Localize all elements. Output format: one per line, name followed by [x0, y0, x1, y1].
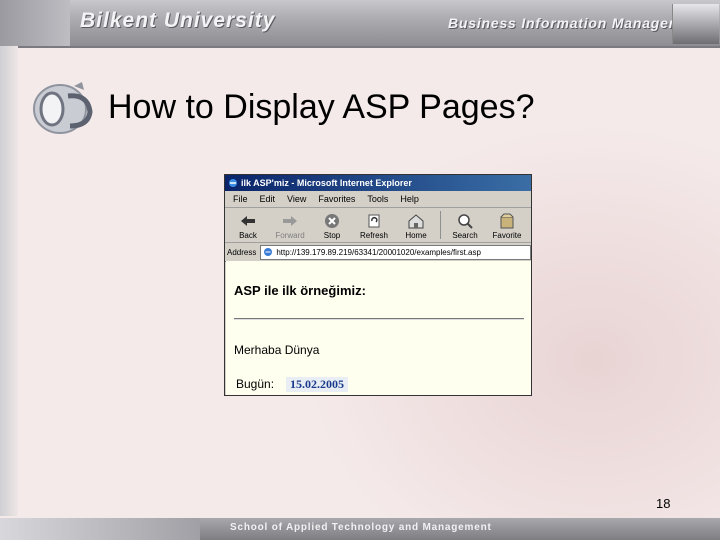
browser-window-title: ilk ASP'miz - Microsoft Internet Explore… [241, 178, 412, 188]
forward-label: Forward [275, 231, 305, 240]
home-icon [408, 214, 424, 229]
horizontal-rule [234, 318, 524, 320]
back-button[interactable]: Back [227, 213, 269, 242]
university-name: Bilkent University [80, 9, 276, 32]
browser-titlebar: ilk ASP'miz - Microsoft Internet Explore… [225, 175, 531, 191]
home-label: Home [405, 231, 427, 240]
home-button[interactable]: Home [395, 213, 437, 242]
department-name: Business Information Management [448, 15, 706, 31]
menu-help[interactable]: Help [400, 194, 419, 204]
stop-button[interactable]: Stop [311, 213, 353, 242]
page-icon [264, 248, 273, 256]
page-number: 18 [656, 496, 671, 511]
back-arrow-icon [241, 216, 255, 226]
page-heading: ASP ile ilk örneğimiz: [234, 283, 366, 298]
school-name: School of Applied Technology and Managem… [230, 522, 492, 533]
menu-file[interactable]: File [233, 194, 248, 204]
banner-photo-decoration [672, 4, 719, 44]
bottom-banner-decoration [0, 518, 200, 540]
search-icon [458, 214, 473, 229]
address-url: http://139.179.89.219/63341/20001020/exa… [276, 247, 481, 257]
top-banner: Bilkent University Business Information … [0, 0, 720, 48]
back-label: Back [239, 231, 257, 240]
toolbar-separator [440, 211, 441, 239]
stop-icon [325, 214, 339, 228]
forward-arrow-icon [283, 216, 297, 226]
refresh-label: Refresh [359, 231, 388, 240]
left-edge-decoration [0, 46, 18, 516]
banner-left-decoration [0, 0, 70, 46]
favorites-icon [500, 213, 514, 229]
refresh-icon [368, 214, 380, 228]
page-content: ASP ile ilk örneğimiz: Merhaba Dünya Bug… [226, 261, 531, 395]
bottom-banner: School of Applied Technology and Managem… [0, 518, 720, 540]
browser-menubar: File Edit View Favorites Tools Help [225, 191, 531, 208]
bilkent-logo-icon [33, 82, 93, 134]
forward-button[interactable]: Forward [269, 213, 311, 242]
address-input[interactable]: http://139.179.89.219/63341/20001020/exa… [260, 244, 531, 260]
stop-label: Stop [323, 231, 341, 240]
search-button[interactable]: Search [444, 213, 486, 242]
refresh-button[interactable]: Refresh [353, 213, 395, 242]
favorites-label: Favorite [492, 231, 522, 240]
date-label: Bugün: [236, 377, 275, 391]
slide-title: How to Display ASP Pages? [108, 88, 535, 126]
browser-toolbar: Back Forward Stop Refresh Home Search Fa… [225, 208, 531, 243]
greeting-text: Merhaba Dünya [234, 343, 320, 357]
browser-window: ilk ASP'miz - Microsoft Internet Explore… [224, 174, 532, 396]
menu-view[interactable]: View [287, 194, 306, 204]
menu-favorites[interactable]: Favorites [318, 194, 355, 204]
search-label: Search [452, 231, 478, 240]
menu-tools[interactable]: Tools [367, 194, 388, 204]
address-bar: Address http://139.179.89.219/63341/2000… [225, 243, 531, 262]
menu-edit[interactable]: Edit [260, 194, 276, 204]
ie-icon [229, 179, 237, 187]
date-value: 15.02.2005 [286, 377, 348, 392]
address-label: Address [227, 247, 257, 257]
favorites-button[interactable]: Favorite [486, 213, 528, 242]
